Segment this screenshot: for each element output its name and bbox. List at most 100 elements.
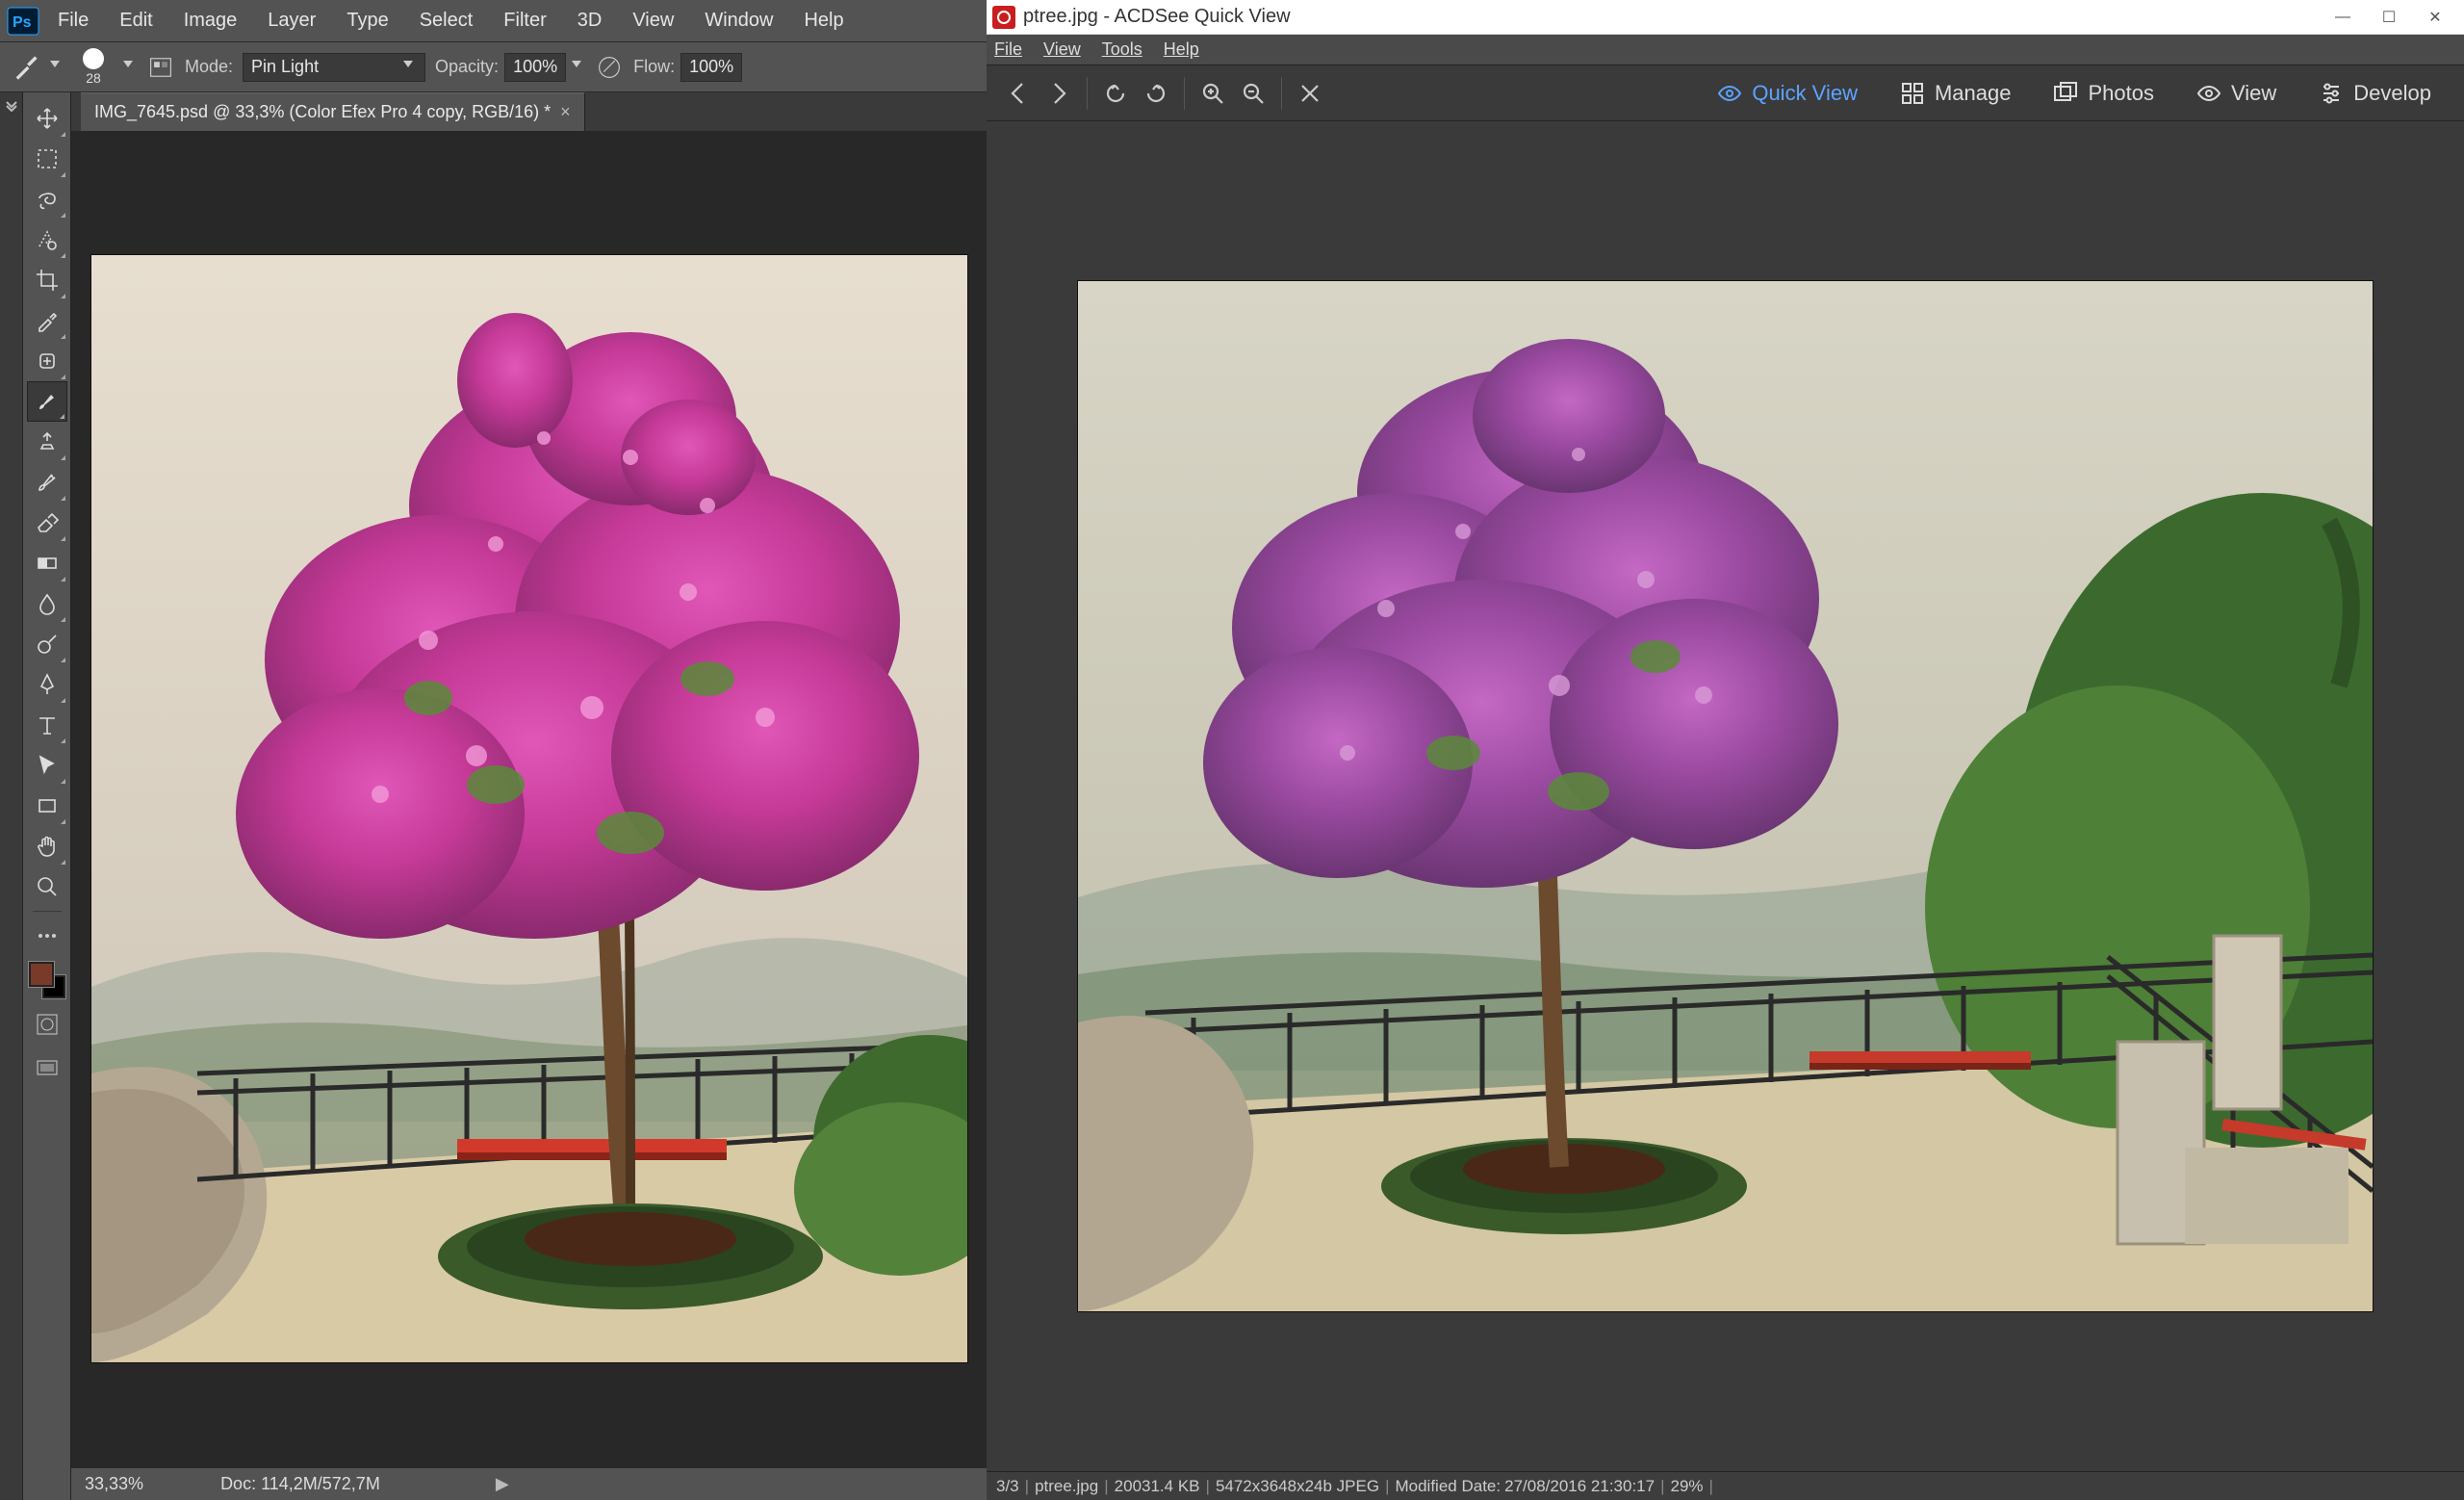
brush-tool-icon[interactable]	[12, 53, 40, 82]
flow-label: Flow:	[633, 57, 675, 77]
ps-menu-3d[interactable]: 3D	[562, 0, 618, 41]
ps-menu-view[interactable]: View	[617, 0, 689, 41]
maximize-button[interactable]: ☐	[2366, 4, 2412, 31]
ps-menu-type[interactable]: Type	[331, 0, 403, 41]
ps-doc-size[interactable]: Doc: 114,2M/572,7M	[220, 1474, 380, 1494]
delete-button[interactable]	[1290, 73, 1330, 114]
opacity-dropdown-icon[interactable]	[572, 61, 585, 74]
history-brush-tool[interactable]	[27, 462, 67, 503]
ps-document-tabs: IMG_7645.psd @ 33,3% (Color Efex Pro 4 c…	[71, 92, 987, 131]
healing-brush-tool[interactable]	[27, 341, 67, 381]
chevron-down-icon	[403, 61, 417, 74]
window-title: ptree.jpg - ACDSee Quick View	[1023, 6, 1291, 28]
ac-menu-help[interactable]: Help	[1164, 39, 1199, 60]
quick-select-tool[interactable]	[27, 220, 67, 260]
marquee-tool[interactable]	[27, 139, 67, 179]
ps-menu-filter[interactable]: Filter	[488, 0, 561, 41]
acdsee-image-area[interactable]	[987, 121, 2464, 1471]
status-filename: ptree.jpg	[1035, 1477, 1098, 1496]
ps-canvas-area[interactable]	[71, 131, 987, 1467]
close-tab-icon[interactable]: ×	[560, 102, 571, 122]
mode-label: Quick View	[1752, 81, 1858, 106]
zoom-in-button[interactable]	[1193, 73, 1233, 114]
minimize-button[interactable]: —	[2320, 4, 2366, 31]
ps-tab-title: IMG_7645.psd @ 33,3% (Color Efex Pro 4 c…	[94, 102, 551, 122]
lasso-tool[interactable]	[27, 179, 67, 220]
nav-back-button[interactable]	[998, 73, 1039, 114]
mode-photos[interactable]: Photos	[2032, 65, 2175, 120]
blend-mode-label: Mode:	[185, 57, 233, 77]
gradient-tool[interactable]	[27, 543, 67, 583]
rotate-right-button[interactable]	[1136, 73, 1176, 114]
ps-menu-file[interactable]: File	[42, 0, 104, 41]
quick-mask-icon[interactable]	[27, 1006, 67, 1043]
brush-preset-dropdown-icon[interactable]	[123, 61, 137, 74]
clone-stamp-tool[interactable]	[27, 422, 67, 462]
acdsee-toolbar: Quick View Manage Photos View Develop	[987, 65, 2464, 121]
dodge-tool[interactable]	[27, 624, 67, 664]
brush-tool[interactable]	[27, 381, 67, 422]
move-tool[interactable]	[27, 98, 67, 139]
ac-menu-file[interactable]: File	[994, 39, 1022, 60]
ps-zoom-value[interactable]: 33,33%	[85, 1474, 143, 1494]
mode-develop[interactable]: Develop	[2297, 65, 2452, 120]
foreground-background-colors[interactable]	[29, 962, 65, 998]
blur-tool[interactable]	[27, 583, 67, 624]
type-tool[interactable]	[27, 705, 67, 745]
ps-menu-image[interactable]: Image	[168, 0, 253, 41]
crop-tool[interactable]	[27, 260, 67, 300]
ac-menu-tools[interactable]: Tools	[1102, 39, 1142, 60]
zoom-out-button[interactable]	[1233, 73, 1273, 114]
acdsee-status-bar: 3/3| ptree.jpg| 20031.4 KB| 5472x3648x24…	[987, 1471, 2464, 1500]
eraser-tool[interactable]	[27, 503, 67, 543]
ps-expand-strip[interactable]	[0, 92, 23, 1500]
photoshop-logo-icon: Ps	[4, 4, 42, 39]
status-dimensions: 5472x3648x24b JPEG	[1216, 1477, 1379, 1496]
ps-menu-help[interactable]: Help	[788, 0, 859, 41]
ac-menu-view[interactable]: View	[1043, 39, 1081, 60]
foreground-color-swatch[interactable]	[29, 962, 54, 987]
opacity-input[interactable]: 100%	[504, 53, 566, 82]
brush-preset-picker[interactable]: 28	[73, 48, 114, 86]
nav-forward-button[interactable]	[1039, 73, 1079, 114]
svg-text:Ps: Ps	[13, 14, 32, 31]
ps-menu-layer[interactable]: Layer	[252, 0, 331, 41]
mode-label: Develop	[2353, 81, 2431, 106]
status-size: 20031.4 KB	[1115, 1477, 1200, 1496]
ps-menu-bar: Ps File Edit Image Layer Type Select Fil…	[0, 0, 987, 42]
screen-mode-icon[interactable]	[27, 1050, 67, 1087]
ps-document-tab[interactable]: IMG_7645.psd @ 33,3% (Color Efex Pro 4 c…	[81, 92, 585, 131]
ps-tools-panel	[23, 92, 71, 1500]
mode-quick-view[interactable]: Quick View	[1696, 65, 1879, 120]
pressure-opacity-icon[interactable]	[595, 53, 624, 82]
opacity-label: Opacity:	[435, 57, 499, 77]
pen-tool[interactable]	[27, 664, 67, 705]
shape-tool[interactable]	[27, 786, 67, 826]
close-button[interactable]: ✕	[2412, 4, 2458, 31]
blend-mode-value: Pin Light	[251, 57, 319, 77]
edit-toolbar-icon[interactable]	[27, 916, 67, 956]
ps-menu-select[interactable]: Select	[404, 0, 489, 41]
window-title-bar[interactable]: ptree.jpg - ACDSee Quick View — ☐ ✕	[987, 0, 2464, 35]
mode-label: Photos	[2088, 81, 2154, 106]
mode-manage[interactable]: Manage	[1879, 65, 2033, 120]
path-select-tool[interactable]	[27, 745, 67, 786]
status-zoom: 29%	[1671, 1477, 1704, 1496]
ps-menu-window[interactable]: Window	[689, 0, 788, 41]
flow-input[interactable]: 100%	[680, 53, 742, 82]
brush-panel-icon[interactable]	[146, 53, 175, 82]
ps-status-bar: 33,33% Doc: 114,2M/572,7M ▶	[71, 1467, 987, 1500]
zoom-tool[interactable]	[27, 866, 67, 907]
ps-menu-edit[interactable]: Edit	[104, 0, 167, 41]
ps-canvas[interactable]	[91, 255, 967, 1362]
hand-tool[interactable]	[27, 826, 67, 866]
tool-preset-dropdown-icon[interactable]	[50, 61, 64, 74]
ps-status-menu-icon[interactable]: ▶	[496, 1474, 509, 1494]
mode-view[interactable]: View	[2175, 65, 2297, 120]
mode-label: View	[2231, 81, 2276, 106]
acdsee-image[interactable]	[1078, 281, 2373, 1311]
status-modified-label: Modified Date:	[1395, 1477, 1501, 1496]
rotate-left-button[interactable]	[1095, 73, 1136, 114]
eyedropper-tool[interactable]	[27, 300, 67, 341]
blend-mode-select[interactable]: Pin Light	[243, 53, 425, 82]
